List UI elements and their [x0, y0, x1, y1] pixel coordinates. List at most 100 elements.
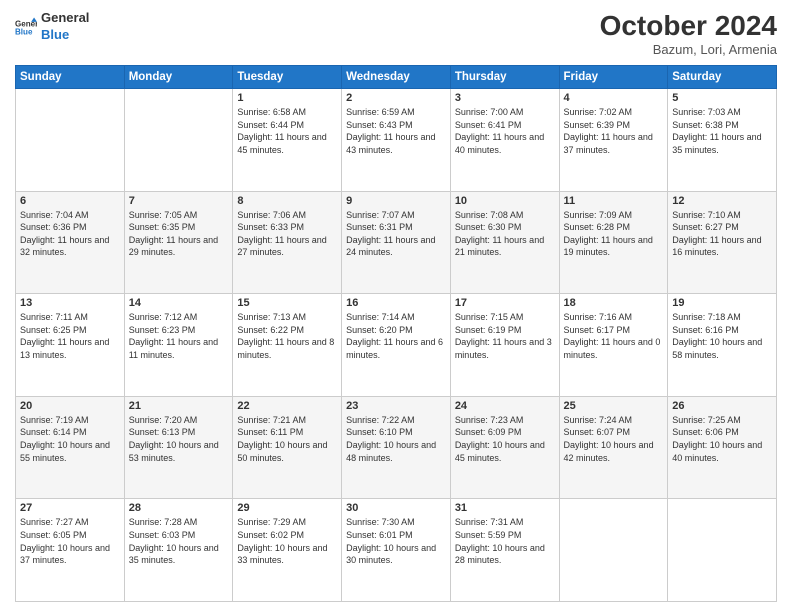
table-row	[559, 499, 668, 602]
day-number: 29	[237, 502, 337, 514]
table-row: 17 Sunrise: 7:15 AM Sunset: 6:19 PM Dayli…	[450, 294, 559, 397]
calendar-table: SundayMondayTuesdayWednesdayThursdayFrid…	[15, 65, 777, 602]
calendar-header-tuesday: Tuesday	[233, 66, 342, 89]
title-block: October 2024 Bazum, Lori, Armenia	[600, 10, 777, 57]
table-row: 31 Sunrise: 7:31 AM Sunset: 5:59 PM Dayli…	[450, 499, 559, 602]
day-number: 12	[672, 195, 772, 207]
day-detail: Sunrise: 7:13 AM Sunset: 6:22 PM Dayligh…	[237, 311, 337, 361]
table-row	[124, 89, 233, 192]
table-row: 9 Sunrise: 7:07 AM Sunset: 6:31 PM Daylig…	[342, 191, 451, 294]
day-detail: Sunrise: 7:29 AM Sunset: 6:02 PM Dayligh…	[237, 516, 337, 566]
table-row: 18Sunrise: 7:16 AM Sunset: 6:17 PM Dayli…	[559, 294, 668, 397]
day-detail: Sunrise: 7:04 AM Sunset: 6:36 PM Dayligh…	[20, 209, 120, 259]
day-detail: Sunrise: 7:19 AM Sunset: 6:14 PM Dayligh…	[20, 414, 120, 464]
day-number: 2	[346, 92, 446, 104]
table-row: 24 Sunrise: 7:23 AM Sunset: 6:09 PM Dayli…	[450, 396, 559, 499]
day-detail: Sunrise: 7:05 AM Sunset: 6:35 PM Dayligh…	[129, 209, 229, 259]
day-number: 1	[237, 92, 337, 104]
calendar-header-sunday: Sunday	[16, 66, 125, 89]
day-number: 22	[237, 400, 337, 412]
day-detail: Sunrise: 7:12 AM Sunset: 6:23 PM Dayligh…	[129, 311, 229, 361]
day-number: 4	[564, 92, 664, 104]
day-detail: Sunrise: 7:07 AM Sunset: 6:31 PM Dayligh…	[346, 209, 446, 259]
day-number: 11	[564, 195, 664, 207]
day-detail: Sunrise: 7:06 AM Sunset: 6:33 PM Dayligh…	[237, 209, 337, 259]
table-row: 1 Sunrise: 6:58 AM Sunset: 6:44 PM Daylig…	[233, 89, 342, 192]
table-row: 16 Sunrise: 7:14 AM Sunset: 6:20 PM Dayli…	[342, 294, 451, 397]
day-detail: Sunrise: 7:21 AM Sunset: 6:11 PM Dayligh…	[237, 414, 337, 464]
day-number: 14	[129, 297, 229, 309]
header: General Blue General Blue October 2024 B…	[15, 10, 777, 57]
logo: General Blue General Blue	[15, 10, 89, 44]
table-row	[16, 89, 125, 192]
day-detail: Sunrise: 7:16 AM Sunset: 6:17 PM Dayligh…	[564, 311, 664, 361]
logo-icon: General Blue	[15, 16, 37, 38]
day-number: 25	[564, 400, 664, 412]
table-row: 7 Sunrise: 7:05 AM Sunset: 6:35 PM Daylig…	[124, 191, 233, 294]
day-number: 10	[455, 195, 555, 207]
table-row: 13 Sunrise: 7:11 AM Sunset: 6:25 PM Dayli…	[16, 294, 125, 397]
month-title: October 2024	[600, 10, 777, 42]
day-number: 8	[237, 195, 337, 207]
table-row: 26 Sunrise: 7:25 AM Sunset: 6:06 PM Dayli…	[668, 396, 777, 499]
table-row: 4 Sunrise: 7:02 AM Sunset: 6:39 PM Daylig…	[559, 89, 668, 192]
day-detail: Sunrise: 7:27 AM Sunset: 6:05 PM Dayligh…	[20, 516, 120, 566]
calendar-header-monday: Monday	[124, 66, 233, 89]
table-row: 15 Sunrise: 7:13 AM Sunset: 6:22 PM Dayli…	[233, 294, 342, 397]
day-number: 15	[237, 297, 337, 309]
logo-line2: Blue	[41, 27, 89, 44]
table-row: 2Sunrise: 6:59 AM Sunset: 6:43 PM Daylig…	[342, 89, 451, 192]
day-number: 16	[346, 297, 446, 309]
day-number: 31	[455, 502, 555, 514]
day-detail: Sunrise: 7:31 AM Sunset: 5:59 PM Dayligh…	[455, 516, 555, 566]
day-detail: Sunrise: 7:10 AM Sunset: 6:27 PM Dayligh…	[672, 209, 772, 259]
table-row: 23Sunrise: 7:22 AM Sunset: 6:10 PM Dayli…	[342, 396, 451, 499]
day-detail: Sunrise: 7:28 AM Sunset: 6:03 PM Dayligh…	[129, 516, 229, 566]
location: Bazum, Lori, Armenia	[600, 42, 777, 57]
day-detail: Sunrise: 7:23 AM Sunset: 6:09 PM Dayligh…	[455, 414, 555, 464]
table-row: 22 Sunrise: 7:21 AM Sunset: 6:11 PM Dayli…	[233, 396, 342, 499]
table-row	[668, 499, 777, 602]
day-detail: Sunrise: 7:20 AM Sunset: 6:13 PM Dayligh…	[129, 414, 229, 464]
day-detail: Sunrise: 7:25 AM Sunset: 6:06 PM Dayligh…	[672, 414, 772, 464]
table-row: 21Sunrise: 7:20 AM Sunset: 6:13 PM Dayli…	[124, 396, 233, 499]
calendar-header-wednesday: Wednesday	[342, 66, 451, 89]
table-row: 20Sunrise: 7:19 AM Sunset: 6:14 PM Dayli…	[16, 396, 125, 499]
day-detail: Sunrise: 7:02 AM Sunset: 6:39 PM Dayligh…	[564, 106, 664, 156]
table-row: 10 Sunrise: 7:08 AM Sunset: 6:30 PM Dayli…	[450, 191, 559, 294]
day-number: 9	[346, 195, 446, 207]
svg-text:Blue: Blue	[15, 27, 33, 36]
table-row: 8 Sunrise: 7:06 AM Sunset: 6:33 PM Daylig…	[233, 191, 342, 294]
table-row: 6 Sunrise: 7:04 AM Sunset: 6:36 PM Daylig…	[16, 191, 125, 294]
day-detail: Sunrise: 7:15 AM Sunset: 6:19 PM Dayligh…	[455, 311, 555, 361]
day-number: 5	[672, 92, 772, 104]
day-detail: Sunrise: 6:58 AM Sunset: 6:44 PM Dayligh…	[237, 106, 337, 156]
table-row: 12 Sunrise: 7:10 AM Sunset: 6:27 PM Dayli…	[668, 191, 777, 294]
day-number: 6	[20, 195, 120, 207]
day-detail: Sunrise: 7:14 AM Sunset: 6:20 PM Dayligh…	[346, 311, 446, 361]
day-number: 3	[455, 92, 555, 104]
day-number: 24	[455, 400, 555, 412]
table-row: 25Sunrise: 7:24 AM Sunset: 6:07 PM Dayli…	[559, 396, 668, 499]
day-detail: Sunrise: 7:03 AM Sunset: 6:38 PM Dayligh…	[672, 106, 772, 156]
table-row: 5 Sunrise: 7:03 AM Sunset: 6:38 PM Daylig…	[668, 89, 777, 192]
table-row: 14 Sunrise: 7:12 AM Sunset: 6:23 PM Dayli…	[124, 294, 233, 397]
day-detail: Sunrise: 7:08 AM Sunset: 6:30 PM Dayligh…	[455, 209, 555, 259]
day-number: 27	[20, 502, 120, 514]
calendar-header-friday: Friday	[559, 66, 668, 89]
calendar-header-thursday: Thursday	[450, 66, 559, 89]
day-detail: Sunrise: 7:11 AM Sunset: 6:25 PM Dayligh…	[20, 311, 120, 361]
day-number: 7	[129, 195, 229, 207]
day-detail: Sunrise: 7:00 AM Sunset: 6:41 PM Dayligh…	[455, 106, 555, 156]
day-number: 28	[129, 502, 229, 514]
day-number: 30	[346, 502, 446, 514]
logo-line1: General	[41, 10, 89, 27]
day-number: 13	[20, 297, 120, 309]
table-row: 19Sunrise: 7:18 AM Sunset: 6:16 PM Dayli…	[668, 294, 777, 397]
page: General Blue General Blue October 2024 B…	[0, 0, 792, 612]
day-number: 26	[672, 400, 772, 412]
table-row: 29 Sunrise: 7:29 AM Sunset: 6:02 PM Dayli…	[233, 499, 342, 602]
day-detail: Sunrise: 7:18 AM Sunset: 6:16 PM Dayligh…	[672, 311, 772, 361]
calendar-header-saturday: Saturday	[668, 66, 777, 89]
day-number: 17	[455, 297, 555, 309]
